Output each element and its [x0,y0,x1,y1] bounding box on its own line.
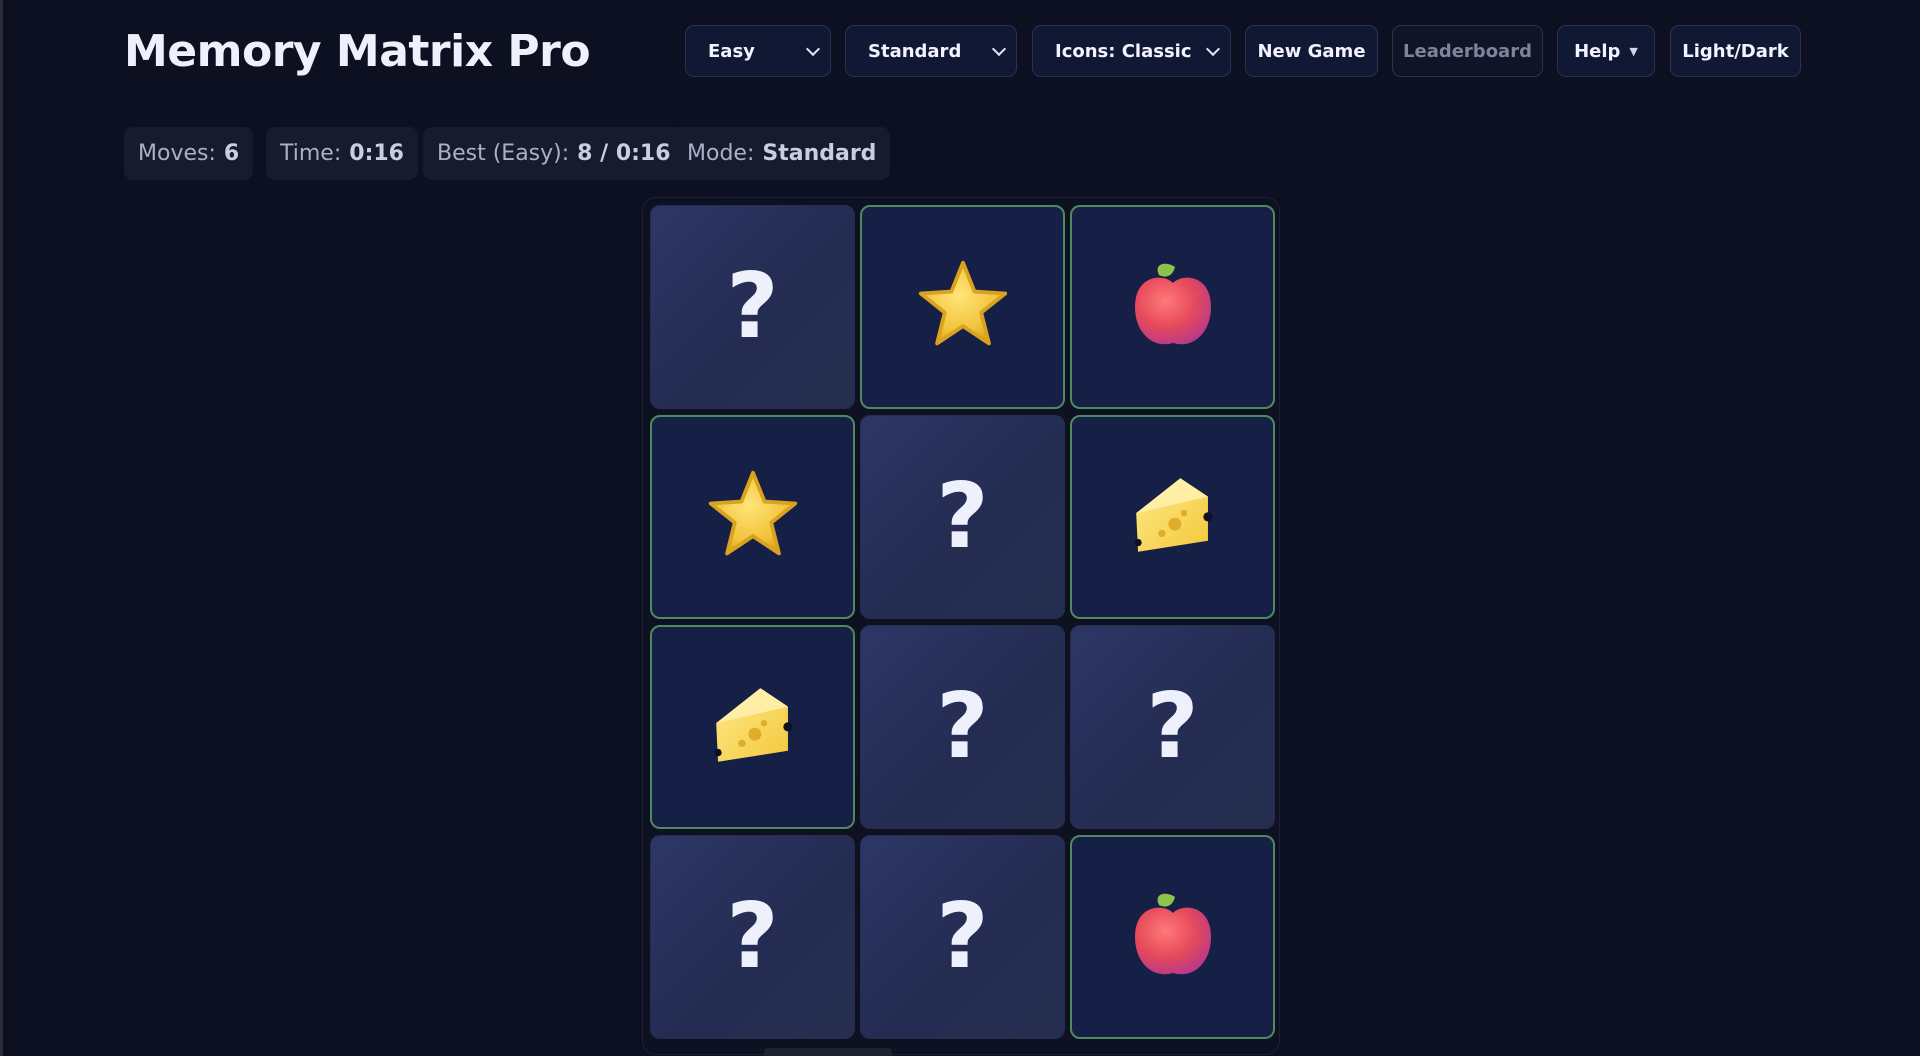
theme-toggle-button[interactable]: Light/Dark [1670,25,1801,77]
difficulty-select-value: Easy [708,40,755,62]
caret-down-icon: ▼ [1629,44,1638,58]
card-matched[interactable] [650,625,855,829]
time-label: Time: [280,141,342,166]
card-hidden[interactable]: ? [650,835,855,1039]
help-button-label: Help [1574,40,1621,62]
help-menu-button[interactable]: Help ▼ [1557,25,1655,77]
star-icon [915,257,1011,357]
card-hidden[interactable]: ? [860,835,1065,1039]
mode-select-value: Standard [868,40,962,62]
new-game-button[interactable]: New Game [1245,25,1378,77]
best-stat: Best (Easy): 8 / 0:16 [423,127,685,180]
moves-stat: Moves: 6 [124,127,254,180]
mode-label: Mode: [687,141,755,166]
icon-set-select[interactable]: Icons: Classic [1032,25,1231,77]
icon-set-select-value: Icons: Classic [1055,40,1192,62]
question-mark-icon: ? [1146,674,1199,779]
time-stat: Time: 0:16 [266,127,418,180]
app-title: Memory Matrix Pro [124,26,591,77]
question-mark-icon: ? [726,884,779,989]
scroll-indicator [764,1048,892,1056]
mode-select[interactable]: Standard [845,25,1017,77]
difficulty-select[interactable]: Easy [685,25,831,77]
game-board: ?????? [642,197,1280,1055]
card-hidden[interactable]: ? [1070,625,1275,829]
card-matched[interactable] [1070,415,1275,619]
best-label: Best (Easy): [437,141,570,166]
leaderboard-button[interactable]: Leaderboard [1392,25,1543,77]
mode-value: Standard [762,141,877,166]
window-edge [0,0,3,1056]
card-hidden[interactable]: ? [650,205,855,409]
apple-icon [1123,255,1223,359]
question-mark-icon: ? [936,884,989,989]
chevron-down-icon [1205,41,1221,57]
mode-stat: Mode: Standard [673,127,891,180]
card-matched[interactable] [650,415,855,619]
cheese-icon [1127,469,1219,565]
card-matched[interactable] [1070,835,1275,1039]
card-matched[interactable] [860,205,1065,409]
apple-icon [1123,885,1223,989]
card-hidden[interactable]: ? [860,625,1065,829]
cheese-icon [707,679,799,775]
chevron-down-icon [805,41,821,57]
question-mark-icon: ? [726,254,779,359]
question-mark-icon: ? [936,674,989,779]
best-value: 8 / 0:16 [577,141,671,166]
star-icon [705,467,801,567]
time-value: 0:16 [349,141,404,166]
chevron-down-icon [991,41,1007,57]
moves-label: Moves: [138,141,216,166]
moves-value: 6 [223,141,240,166]
card-matched[interactable] [1070,205,1275,409]
question-mark-icon: ? [936,464,989,569]
card-hidden[interactable]: ? [860,415,1065,619]
